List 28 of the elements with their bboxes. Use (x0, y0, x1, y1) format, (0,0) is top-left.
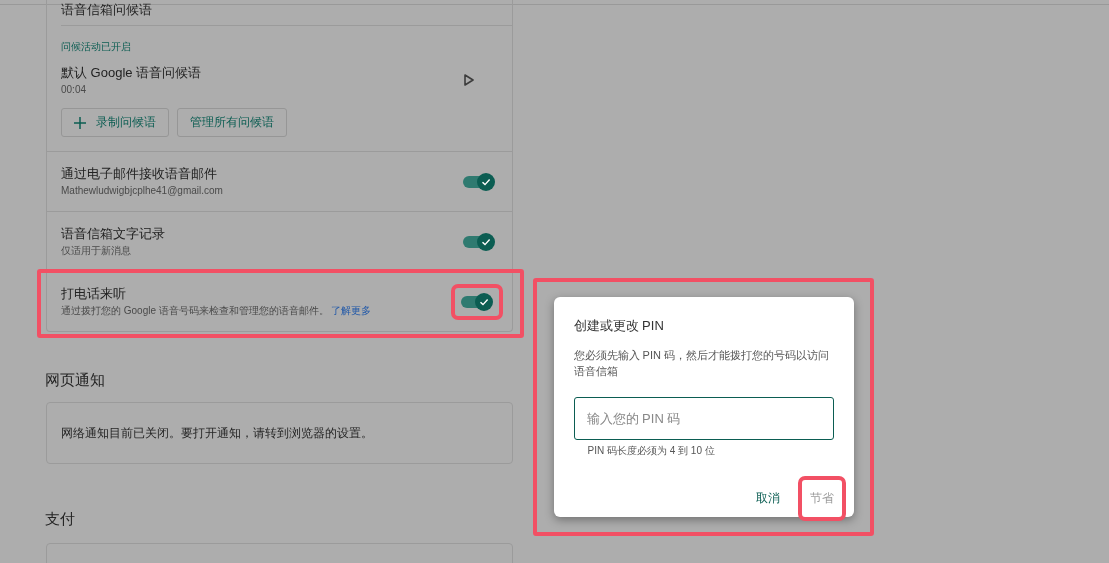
check-icon (479, 296, 489, 307)
record-greeting-button[interactable]: 录制问候语 (61, 108, 169, 137)
dialog-title: 创建或更改 PIN (573, 317, 665, 335)
section-title: 语音信箱问候语 (61, 1, 152, 19)
setting-description: 仅适用于新消息 (61, 243, 132, 258)
greeting-duration: 00:04 (61, 83, 88, 97)
section-heading: 支付 (45, 509, 76, 529)
notice-text: 网络通知目前已关闭。要打开通知，请转到浏览器的设置。 (61, 424, 373, 442)
greeting-name: 默认 Google 语音问候语 (61, 64, 202, 82)
setting-title: 语音信箱文字记录 (61, 224, 165, 243)
setting-description: 通过拨打您的 Google 语音号码来检查和管理您的语音邮件。 了解更多 (61, 303, 371, 318)
check-icon (481, 176, 491, 187)
pin-input-field[interactable]: 输入您的 PIN 码 (573, 397, 834, 440)
field-hint: PIN 码长度必须为 4 到 10 位 (587, 444, 716, 458)
section-heading: 网页通知 (45, 370, 106, 390)
greeting-status: 问候活动已开启 (61, 40, 132, 54)
setting-title: 打电话来听 (61, 284, 127, 303)
manage-greetings-button[interactable]: 管理所有问候语 (177, 108, 287, 137)
cancel-button[interactable]: 取消 (749, 480, 786, 517)
check-icon (481, 236, 491, 247)
learn-more-link[interactable]: 了解更多 (330, 304, 371, 316)
toggle-switch[interactable] (463, 171, 495, 192)
dialog-message: 您必须先输入 PIN 码，然后才能拨打您的号码以访问语音信箱 (573, 348, 830, 379)
toggle-switch[interactable] (461, 291, 493, 312)
plus-icon (74, 116, 86, 129)
toggle-switch[interactable] (463, 231, 495, 252)
setting-title: 通过电子邮件接收语音邮件 (61, 164, 218, 183)
setting-description: Mathewludwigbjcplhe41@gmail.com (61, 183, 223, 198)
